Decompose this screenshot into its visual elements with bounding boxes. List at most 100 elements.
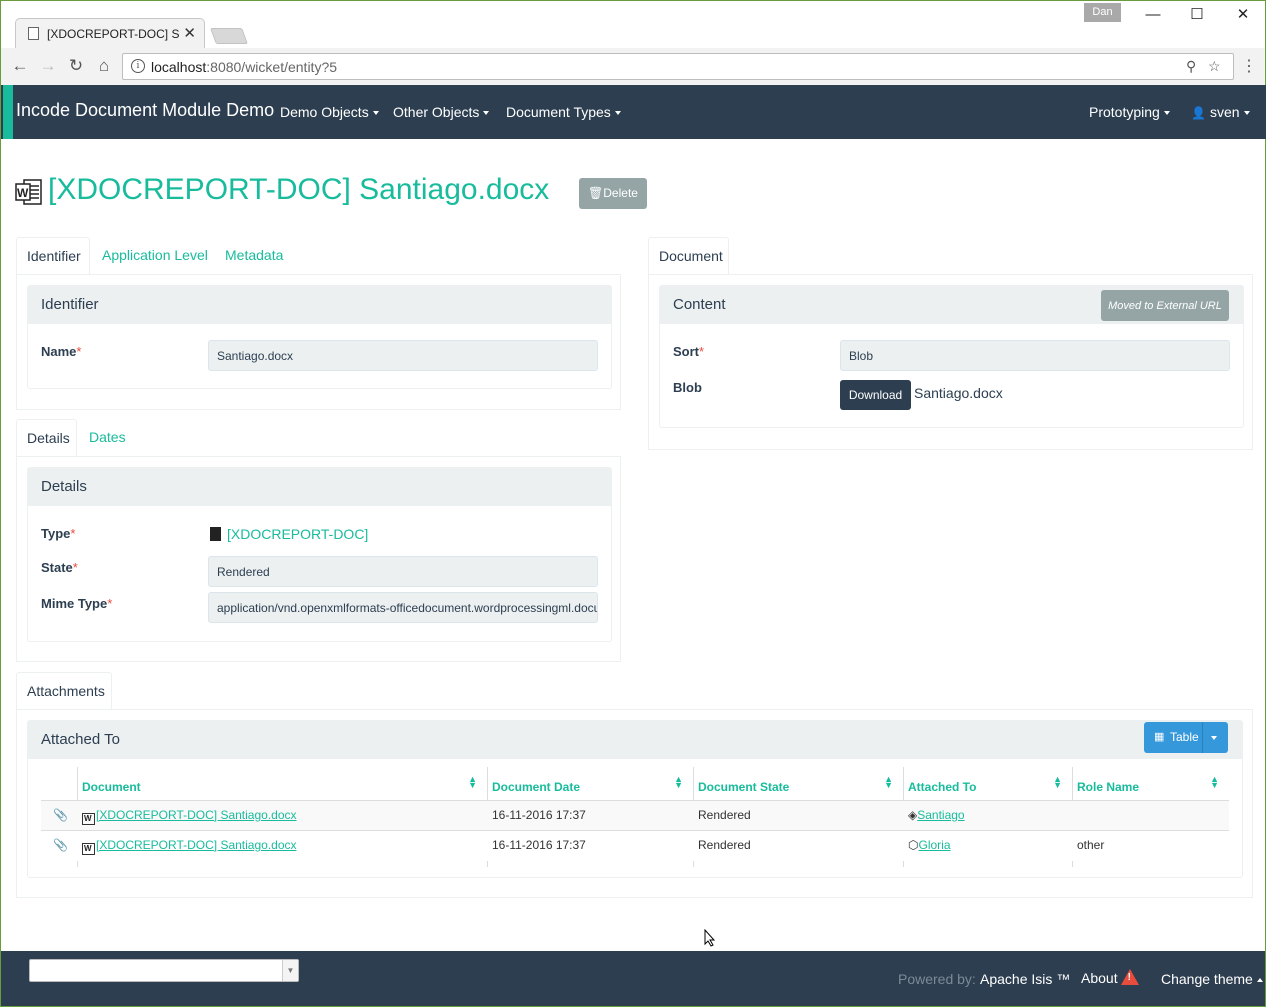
tab-application-level[interactable]: Application Level xyxy=(92,237,218,275)
tab-strip: [XDOCREPORT-DOC] San ✕ Dan — ☐ ✕ xyxy=(1,1,1265,49)
info-icon[interactable]: i xyxy=(131,59,145,73)
attached-to-link[interactable]: ◈Santiago xyxy=(908,808,965,822)
sort-field[interactable]: Blob xyxy=(840,340,1230,371)
document-tabpanel: Content Moved to External URL Sort* Blob… xyxy=(648,274,1253,450)
profile-badge[interactable]: Dan xyxy=(1084,3,1121,22)
document-date: 16-11-2016 17:37 xyxy=(492,808,586,822)
app-brand[interactable]: Incode Document Module Demo xyxy=(16,100,274,121)
url-path: :8080/wicket/entity?5 xyxy=(206,59,338,75)
column-label: Document xyxy=(82,780,141,794)
tab-details[interactable]: Details xyxy=(16,419,77,457)
column-header-attached-to[interactable]: Attached To ▲ ▼ xyxy=(903,767,1072,801)
document-link[interactable]: W [XDOCREPORT-DOC] Santiago.docx xyxy=(82,838,297,855)
tab-document[interactable]: Document xyxy=(648,237,729,275)
menu-demo-objects[interactable]: Demo Objects xyxy=(280,104,379,120)
caret-up-icon xyxy=(1256,978,1263,983)
mime-label-text: Mime Type xyxy=(41,596,108,611)
sort-icon[interactable]: ▲ ▼ xyxy=(1053,775,1062,790)
menu-prototyping[interactable]: Prototyping xyxy=(1089,104,1170,120)
identifier-panel: Identifier Name* Santiago.docx xyxy=(27,285,612,389)
name-field[interactable]: Santiago.docx xyxy=(208,340,598,371)
table-header: Document ▲ ▼ Document Date ▲ ▼ Document Stat… xyxy=(41,767,1229,867)
browser-window: [XDOCREPORT-DOC] San ✕ Dan — ☐ ✕ ← → ↻ ⌂… xyxy=(0,0,1266,86)
paperclip-icon[interactable]: 📎 xyxy=(53,808,68,822)
browser-menu-icon[interactable]: ⋮ xyxy=(1241,56,1257,76)
column-header-role-name[interactable]: Role Name ▲ ▼ xyxy=(1072,767,1229,801)
attachments-tabpanel: Attached To Document ▲ ▼ Document Date ▲ ▼ D… xyxy=(16,709,1253,898)
menu-label: Document Types xyxy=(506,104,611,120)
word-document-icon: W xyxy=(15,179,42,205)
address-bar[interactable]: i localhost:8080/wicket/entity?5 ⚲ ☆ xyxy=(122,53,1234,80)
mime-type-field[interactable]: application/vnd.openxmlformats-officedoc… xyxy=(208,592,598,623)
table-grid-icon: ▦ xyxy=(1154,731,1165,743)
about-link[interactable]: About! xyxy=(1081,969,1139,986)
download-button[interactable]: Download xyxy=(840,380,911,410)
tab-identifier[interactable]: Identifier xyxy=(16,237,90,275)
menu-user[interactable]: 👤 sven xyxy=(1191,104,1250,120)
tab-attachments[interactable]: Attachments xyxy=(16,672,112,710)
table-view-button[interactable]: ▦ Table xyxy=(1144,722,1228,753)
menu-document-types[interactable]: Document Types xyxy=(506,104,621,120)
document-link-text[interactable]: [XDOCREPORT-DOC] Santiago.docx xyxy=(96,838,297,852)
user-icon: 👤 xyxy=(1191,106,1206,120)
sort-label-text: Sort xyxy=(673,344,699,359)
apache-isis-link[interactable]: Apache Isis ™ xyxy=(980,971,1070,987)
url-text[interactable]: localhost:8080/wicket/entity?5 xyxy=(151,59,337,75)
reload-icon[interactable]: ↻ xyxy=(65,56,87,76)
identifier-tabpanel: Identifier Name* Santiago.docx xyxy=(16,274,621,410)
document-link[interactable]: W [XDOCREPORT-DOC] Santiago.docx xyxy=(82,808,297,825)
sort-icon[interactable]: ▲ ▼ xyxy=(884,775,893,790)
table-row[interactable]: 📎 W [XDOCREPORT-DOC] Santiago.docx 16-11-… xyxy=(41,831,1229,861)
bookmark-star-icon[interactable]: ☆ xyxy=(1208,58,1221,75)
page-title: [XDOCREPORT-DOC] Santiago.docx xyxy=(48,173,550,206)
change-theme-menu[interactable]: Change theme xyxy=(1161,971,1263,987)
type-link-text[interactable]: [XDOCREPORT-DOC] xyxy=(227,526,368,542)
attached-to-link[interactable]: ⬡Gloria xyxy=(908,838,951,852)
warning-icon: ! xyxy=(1120,969,1139,985)
paperclip-icon[interactable]: 📎 xyxy=(53,838,68,852)
required-marker: * xyxy=(72,560,78,575)
moved-to-external-url-button[interactable]: Moved to External URL xyxy=(1101,290,1229,321)
table-row[interactable]: 📎 W [XDOCREPORT-DOC] Santiago.docx 16-11-… xyxy=(41,801,1229,831)
document-link-text[interactable]: [XDOCREPORT-DOC] Santiago.docx xyxy=(96,808,297,822)
zoom-icon[interactable]: ⚲ xyxy=(1186,58,1196,75)
back-icon[interactable]: ← xyxy=(9,56,31,76)
browser-tab[interactable]: [XDOCREPORT-DOC] San ✕ xyxy=(15,18,205,49)
close-tab-icon[interactable]: ✕ xyxy=(183,24,196,42)
maximize-icon[interactable]: ☐ xyxy=(1175,3,1219,27)
column-header-document[interactable]: Document ▲ ▼ xyxy=(77,767,487,801)
table-button-label: Table xyxy=(1170,730,1199,744)
menu-label: Other Objects xyxy=(393,104,480,120)
state-field[interactable]: Rendered xyxy=(208,556,598,587)
sort-icon[interactable]: ▲ ▼ xyxy=(674,775,683,790)
dropdown-arrow-icon[interactable]: ▼ xyxy=(282,960,298,981)
close-window-icon[interactable]: ✕ xyxy=(1221,3,1265,27)
sort-icon[interactable]: ▲ ▼ xyxy=(468,775,477,790)
type-link[interactable]: [XDOCREPORT-DOC] xyxy=(210,526,368,542)
minimize-icon[interactable]: — xyxy=(1131,3,1175,27)
tab-metadata[interactable]: Metadata xyxy=(215,237,293,275)
attached-to-text[interactable]: Gloria xyxy=(918,838,950,852)
delete-button[interactable]: 🗑Delete xyxy=(579,178,647,209)
attached-to-text[interactable]: Santiago xyxy=(917,808,964,822)
type-label-text: Type xyxy=(41,526,71,541)
sort-icon[interactable]: ▲ ▼ xyxy=(1210,775,1219,790)
tab-title: [XDOCREPORT-DOC] San xyxy=(47,27,179,41)
change-theme-label: Change theme xyxy=(1161,971,1253,987)
column-header-document-date[interactable]: Document Date ▲ ▼ xyxy=(487,767,693,801)
tab-dates[interactable]: Dates xyxy=(79,419,136,457)
attached-to-panel: Attached To Document ▲ ▼ Document Date ▲ ▼ D… xyxy=(27,720,1243,878)
powered-by: Powered by: xyxy=(898,971,976,987)
column-header-document-state[interactable]: Document State ▲ ▼ xyxy=(693,767,903,801)
theme-select[interactable]: ▼ xyxy=(29,959,299,982)
caret-down-icon[interactable] xyxy=(1211,736,1217,740)
home-icon[interactable]: ⌂ xyxy=(93,56,115,76)
forward-icon[interactable]: → xyxy=(37,56,59,76)
word-document-icon: W xyxy=(82,843,95,855)
new-tab-button[interactable] xyxy=(210,28,248,44)
app-navbar: Incode Document Module Demo Demo Objects… xyxy=(0,85,1266,139)
cube-icon: ⬡ xyxy=(908,838,919,852)
required-marker: * xyxy=(107,596,113,611)
menu-other-objects[interactable]: Other Objects xyxy=(393,104,490,120)
diamond-icon: ◈ xyxy=(908,808,918,822)
